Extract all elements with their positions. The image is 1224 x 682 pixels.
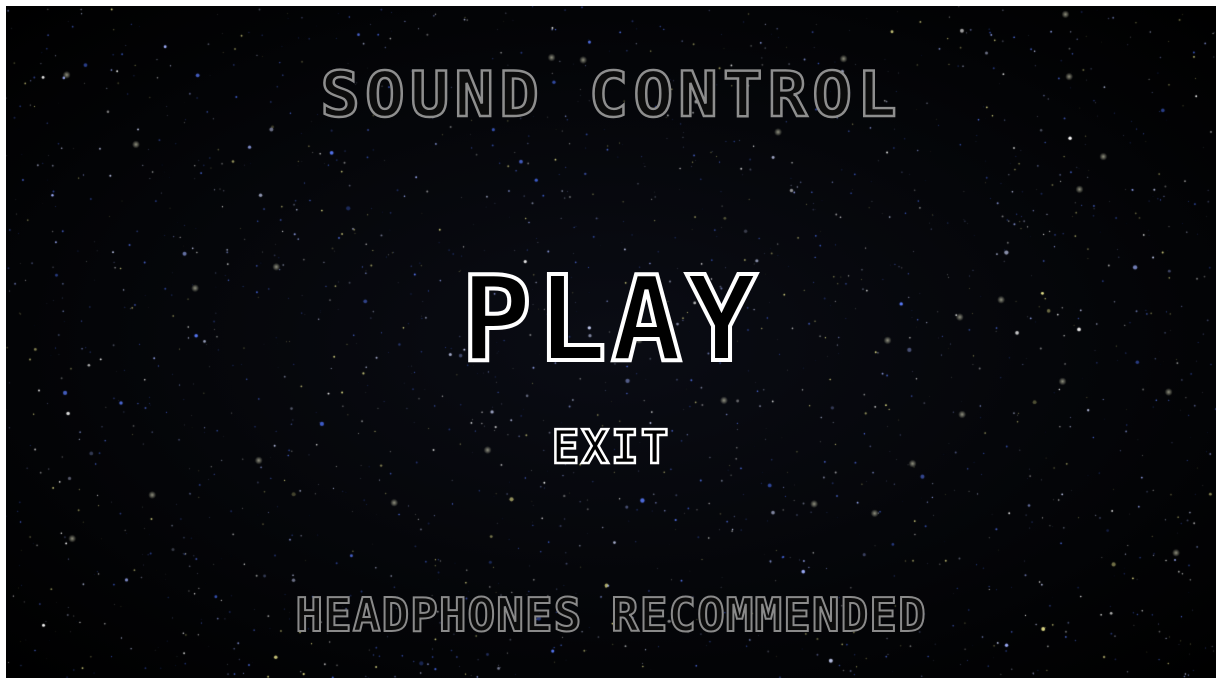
play-button[interactable]: PLAY bbox=[6, 258, 1216, 380]
game-title: SOUND CONTROL bbox=[319, 57, 902, 132]
game-menu-screen: SOUND CONTROL PLAY EXIT HEADPHONES RECOM… bbox=[6, 6, 1216, 678]
exit-button[interactable]: EXIT bbox=[6, 423, 1216, 472]
headphones-recommended-note: HEADPHONES RECOMMENDED bbox=[294, 588, 927, 642]
